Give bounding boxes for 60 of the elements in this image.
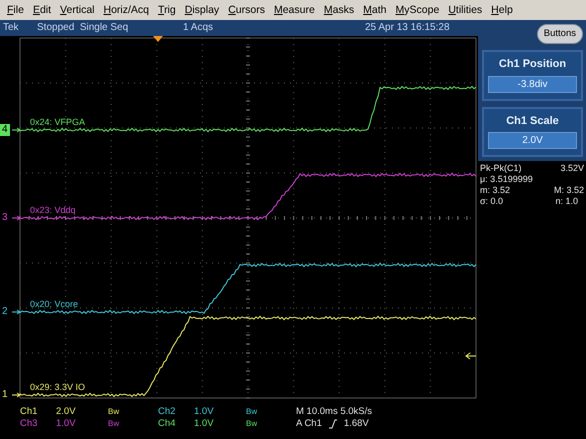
channel-scale: 2.0V bbox=[56, 406, 77, 418]
timebase-readout: M 10.0ms 5.0kS/s bbox=[296, 406, 372, 418]
marker-arrow-icon bbox=[12, 392, 21, 398]
channel-name: Ch3 bbox=[20, 418, 38, 430]
trigger-level-icon[interactable] bbox=[465, 352, 476, 360]
brand-label: Tek bbox=[3, 21, 20, 35]
channel-scale: 1.0V bbox=[194, 406, 215, 418]
menu-item[interactable]: Utilities bbox=[445, 0, 488, 20]
trigger-source: A Ch1 bbox=[296, 418, 322, 430]
menu-item[interactable]: Vertical bbox=[57, 0, 100, 20]
channel-scale: 1.0V bbox=[194, 418, 215, 430]
mean-value: μ: 3.5199999 bbox=[480, 174, 533, 186]
acquisition-count: 1 Acqs bbox=[183, 21, 214, 35]
bandwidth-label: Bw bbox=[246, 418, 258, 430]
menu-item[interactable]: File bbox=[4, 0, 30, 20]
measurement-label: Pk-Pk(C1) bbox=[480, 163, 522, 174]
menu-item[interactable]: Masks bbox=[320, 0, 360, 20]
bandwidth-label: Bw bbox=[108, 418, 120, 430]
menu-item[interactable]: Display bbox=[182, 0, 226, 20]
channel-name: Ch1 bbox=[20, 406, 38, 418]
maximum-value: M: 3.52 bbox=[554, 185, 584, 196]
date-time: 25 Apr 13 16:15:28 bbox=[365, 21, 450, 35]
trace-label: 0x24: VFPGA bbox=[30, 117, 86, 127]
control-panel[interactable]: Ch1 Position -3.8div bbox=[482, 50, 583, 101]
menu-item[interactable]: Math bbox=[360, 0, 393, 20]
channel-scale: 1.0V bbox=[56, 418, 77, 430]
menu-item[interactable]: Measure bbox=[270, 0, 321, 20]
control-value-field[interactable]: 2.0V bbox=[488, 132, 577, 150]
trace-label: 0x29: 3.3V IO bbox=[30, 382, 86, 392]
channel-name: Ch4 bbox=[158, 418, 176, 430]
measurement-value: 3.52V bbox=[560, 163, 584, 174]
acquisition-state: Stopped Single Seq bbox=[37, 21, 130, 35]
control-panel[interactable]: Ch1 Scale 2.0V bbox=[482, 106, 583, 158]
menu-item[interactable]: Cursors bbox=[225, 0, 271, 20]
trigger-level: 1.68V bbox=[344, 418, 369, 430]
marker-arrow-icon bbox=[12, 216, 21, 220]
channel-marker[interactable]: 1 bbox=[0, 389, 10, 401]
menu-item[interactable]: Edit bbox=[30, 0, 58, 20]
bandwidth-label: Bw bbox=[108, 406, 120, 418]
channel-name: Ch2 bbox=[158, 406, 176, 418]
count-value: n: 1.0 bbox=[555, 196, 578, 208]
trace-label: 0x20: Vcore bbox=[30, 299, 78, 309]
menu-item[interactable]: MyScope bbox=[392, 0, 446, 20]
menu-item[interactable]: Help bbox=[488, 0, 519, 20]
marker-arrow-icon bbox=[12, 128, 21, 132]
minimum-value: m: 3.52 bbox=[480, 185, 510, 196]
channel-marker[interactable]: 2 bbox=[0, 306, 10, 318]
menu-item[interactable]: Trig bbox=[155, 0, 182, 20]
bandwidth-label: Bw bbox=[246, 406, 258, 418]
rising-edge-icon bbox=[328, 419, 338, 429]
control-value-field[interactable]: -3.8div bbox=[488, 76, 577, 93]
trace-label: 0x23: Vddq bbox=[30, 205, 76, 215]
control-title: Ch1 Scale bbox=[505, 114, 560, 129]
control-title: Ch1 Position bbox=[498, 57, 568, 72]
menu-item[interactable]: Horiz/Acq bbox=[100, 0, 156, 20]
marker-arrow-icon bbox=[12, 310, 21, 314]
channel-marker[interactable]: 4 bbox=[0, 124, 10, 136]
buttons-button[interactable]: Buttons bbox=[536, 24, 583, 44]
channel-marker[interactable]: 3 bbox=[0, 212, 10, 224]
sigma-value: σ: 0.0 bbox=[480, 196, 504, 208]
